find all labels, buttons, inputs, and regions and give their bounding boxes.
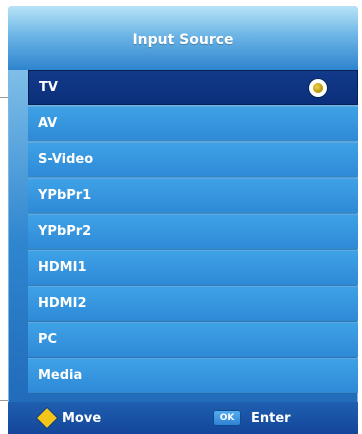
input-item-label: HDMI2 — [38, 296, 87, 311]
input-source-list: TV AV S-Video YPbPr1 YPbPr2 HDMI1 HDMI2 … — [28, 70, 358, 394]
ok-key-icon: OK — [213, 410, 241, 426]
enter-hint: OK Enter — [213, 402, 291, 434]
input-item-media[interactable]: Media — [28, 358, 358, 393]
input-item-pc[interactable]: PC — [28, 322, 358, 357]
input-item-label: S-Video — [38, 152, 94, 167]
input-item-tv[interactable]: TV — [28, 70, 358, 105]
enter-label: Enter — [251, 410, 291, 426]
input-item-label: YPbPr2 — [38, 224, 92, 239]
input-item-label: HDMI1 — [38, 260, 87, 275]
input-item-label: PC — [38, 332, 58, 347]
input-item-av[interactable]: AV — [28, 106, 358, 141]
input-item-label: TV — [39, 80, 58, 95]
input-item-label: YPbPr1 — [38, 188, 92, 203]
input-item-hdmi1[interactable]: HDMI1 — [28, 250, 358, 285]
input-item-label: Media — [38, 368, 83, 383]
menu-header: Input Source — [8, 6, 358, 70]
diamond-navigation-icon — [37, 408, 57, 428]
move-label: Move — [62, 410, 102, 426]
radio-selected-icon — [309, 79, 327, 97]
move-hint: Move — [37, 402, 102, 434]
input-item-hdmi2[interactable]: HDMI2 — [28, 286, 358, 321]
input-item-ypbpr1[interactable]: YPbPr1 — [28, 178, 358, 213]
input-item-ypbpr2[interactable]: YPbPr2 — [28, 214, 358, 249]
menu-footer: Move OK Enter — [8, 402, 358, 434]
input-item-s-video[interactable]: S-Video — [28, 142, 358, 177]
input-source-menu: Input Source TV AV S-Video YPbPr1 YPbPr2… — [8, 6, 358, 434]
input-item-label: AV — [38, 116, 58, 131]
menu-title: Input Source — [132, 32, 234, 48]
